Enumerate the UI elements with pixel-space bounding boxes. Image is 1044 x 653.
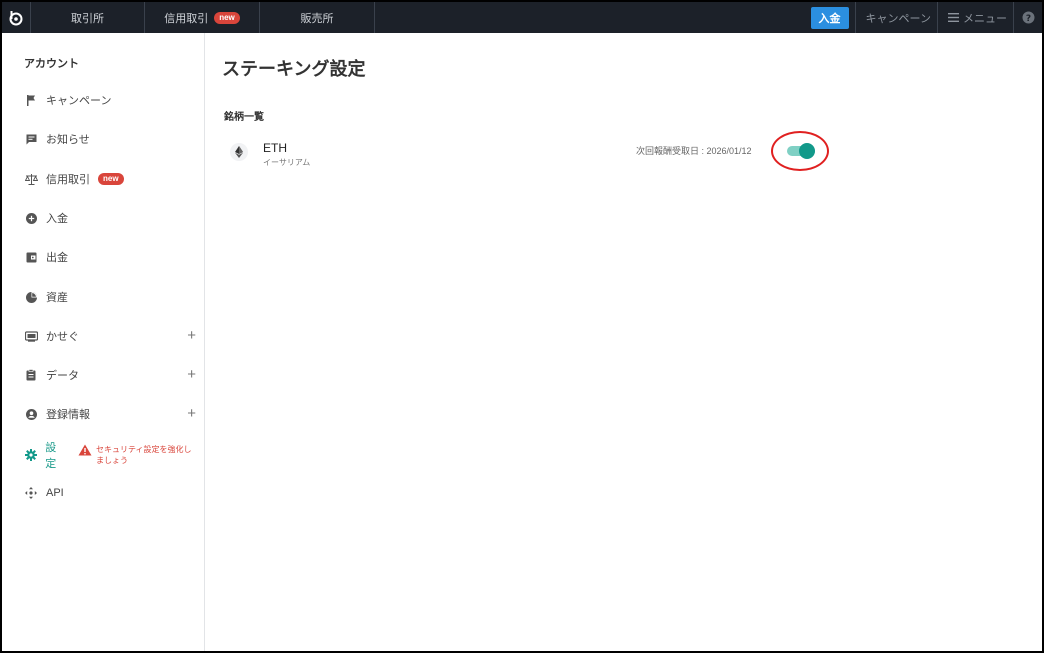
- clipboard-icon: [24, 368, 38, 382]
- sidebar-item-profile[interactable]: 登録情報 +: [24, 404, 196, 424]
- tab-brokerage[interactable]: 販売所: [260, 2, 375, 33]
- wallet-icon: [24, 250, 38, 264]
- top-navigation-bar: 取引所 信用取引 new 販売所 入金 キャンペーン メニュー ?: [2, 2, 1042, 33]
- sidebar-item-label: 出金: [46, 252, 68, 264]
- gear-icon: [24, 448, 37, 462]
- expand-plus-icon[interactable]: +: [187, 406, 196, 421]
- tab-margin-trading-label: 信用取引: [164, 12, 209, 25]
- bitbank-logo[interactable]: [2, 2, 31, 33]
- sidebar-item-data[interactable]: データ +: [24, 365, 196, 385]
- coin-list-heading: 銘柄一覧: [224, 112, 264, 123]
- deposit-button[interactable]: 入金: [810, 6, 849, 29]
- sidebar-item-campaign[interactable]: キャンペーン: [24, 90, 196, 110]
- tab-margin-trading[interactable]: 信用取引 new: [145, 2, 260, 33]
- sidebar-item-settings[interactable]: 設定 セキュリティ設定を強化しましょう: [24, 442, 196, 470]
- warning-icon: [78, 444, 92, 456]
- api-icon: [24, 486, 38, 500]
- ethereum-icon: [230, 143, 248, 161]
- sidebar-item-api[interactable]: API: [24, 483, 196, 503]
- message-icon: [24, 132, 38, 146]
- flag-icon: [24, 93, 38, 107]
- sidebar-item-label: データ: [46, 370, 79, 382]
- sidebar-item-label: 資産: [46, 292, 68, 304]
- sidebar-item-label: かせぐ: [46, 331, 79, 343]
- account-sidebar: アカウント キャンペーン お知らせ 信用取引 new 入金 出金 資産 かせぐ …: [2, 33, 205, 651]
- sidebar-item-label: API: [46, 487, 64, 499]
- question-circle-icon: ?: [1022, 11, 1034, 24]
- plus-circle-icon: [24, 211, 38, 225]
- earn-icon: [24, 329, 38, 343]
- sidebar-item-assets[interactable]: 資産: [24, 287, 196, 307]
- sidebar-item-label: キャンペーン: [46, 95, 112, 107]
- app-window: 取引所 信用取引 new 販売所 入金 キャンペーン メニュー ? アカウント …: [2, 2, 1042, 651]
- main-content: ステーキング設定 銘柄一覧 ETH イーサリアム 次回報酬受取日 : 2026/…: [206, 33, 1042, 651]
- pie-chart-icon: [24, 290, 38, 304]
- security-warning-text: セキュリティ設定を強化しましょう: [96, 445, 192, 465]
- sidebar-title: アカウント: [24, 58, 79, 70]
- campaign-link-label: キャンペーン: [865, 12, 931, 25]
- hamburger-icon: [948, 13, 959, 22]
- new-badge: new: [214, 11, 240, 24]
- campaign-link[interactable]: キャンペーン: [854, 2, 937, 33]
- sidebar-item-deposit[interactable]: 入金: [24, 208, 196, 228]
- page-title: ステーキング設定: [222, 59, 366, 79]
- expand-plus-icon[interactable]: +: [187, 367, 196, 382]
- help-button[interactable]: ?: [1013, 2, 1042, 33]
- svg-text:?: ?: [1025, 14, 1030, 24]
- tab-exchange[interactable]: 取引所: [31, 2, 145, 33]
- sidebar-item-earn[interactable]: かせぐ +: [24, 326, 196, 346]
- sidebar-item-label: お知らせ: [46, 134, 90, 146]
- user-circle-icon: [24, 407, 38, 421]
- tab-exchange-label: 取引所: [71, 12, 104, 25]
- highlight-circle: [771, 131, 829, 171]
- new-badge: new: [98, 173, 124, 185]
- menu-label: メニュー: [963, 12, 1007, 25]
- menu-button[interactable]: メニュー: [937, 2, 1013, 33]
- sidebar-item-news[interactable]: お知らせ: [24, 129, 196, 149]
- sidebar-item-withdraw[interactable]: 出金: [24, 247, 196, 267]
- sidebar-item-label: 入金: [46, 213, 68, 225]
- deposit-button-wrap: 入金: [810, 2, 855, 33]
- coin-symbol: ETH: [263, 141, 287, 155]
- sidebar-item-label: 設定: [45, 442, 57, 470]
- expand-plus-icon[interactable]: +: [187, 328, 196, 343]
- scale-icon: [24, 172, 38, 186]
- sidebar-item-label: 登録情報: [46, 409, 90, 421]
- sidebar-item-label: 信用取引: [46, 174, 90, 186]
- next-reward-date: 次回報酬受取日 : 2026/01/12: [636, 146, 752, 156]
- tab-brokerage-label: 販売所: [300, 12, 334, 25]
- sidebar-item-margin[interactable]: 信用取引 new: [24, 169, 196, 189]
- coin-name: イーサリアム: [263, 158, 311, 167]
- security-warning: セキュリティ設定を強化しましょう: [78, 444, 196, 466]
